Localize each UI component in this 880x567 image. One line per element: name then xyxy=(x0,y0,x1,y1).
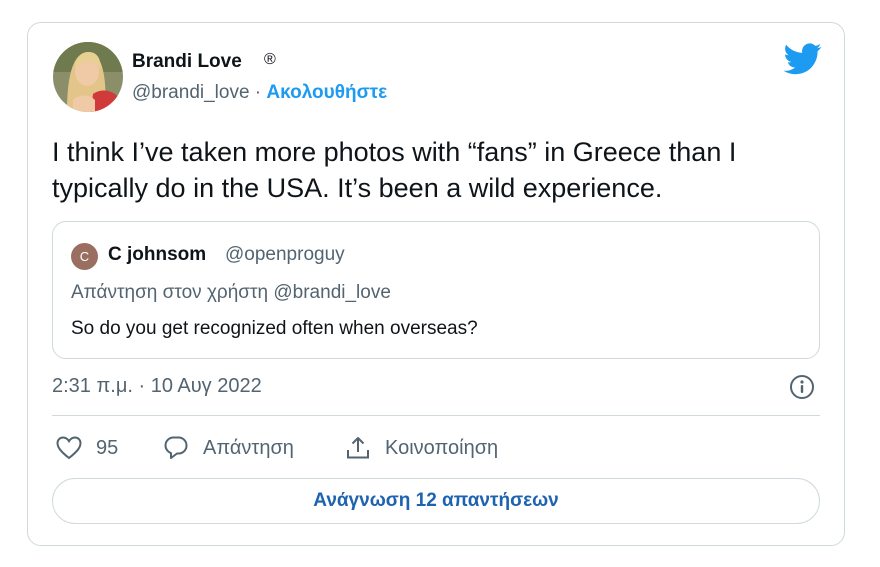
heart-icon xyxy=(56,436,82,460)
read-replies-button[interactable]: Ανάγνωση 12 απαντήσεων xyxy=(52,478,820,524)
reply-button[interactable]: Απάντηση xyxy=(163,434,294,462)
quoted-reply-context: Απάντηση στον χρήστη @brandi_love xyxy=(71,282,391,303)
twitter-bird-icon[interactable] xyxy=(784,43,822,75)
quoted-tweet[interactable]: C C johnsom @openproguy Απάντηση στον χρ… xyxy=(52,221,820,359)
quoted-author-handle[interactable]: @openproguy xyxy=(225,244,345,266)
author-name[interactable]: Brandi Love xyxy=(132,51,242,73)
handle-separator: · xyxy=(249,82,267,103)
reply-bubble-icon xyxy=(164,436,188,459)
share-button[interactable]: Κοινοποίηση xyxy=(345,434,498,462)
tweet-card: Brandi Love ® @brandi_love · Ακολουθήστε… xyxy=(27,22,845,546)
reply-label: Απάντηση xyxy=(203,436,294,459)
like-count: 95 xyxy=(96,436,119,459)
follow-button[interactable]: Ακολουθήστε xyxy=(266,82,387,103)
author-avatar[interactable] xyxy=(53,42,123,112)
quoted-text: So do you get recognized often when over… xyxy=(71,318,478,339)
author-handle-row: @brandi_love · Ακολουθήστε xyxy=(132,82,387,104)
divider xyxy=(52,415,820,416)
info-icon[interactable] xyxy=(789,374,815,400)
share-label: Κοινοποίηση xyxy=(385,436,499,459)
author-handle[interactable]: @brandi_love xyxy=(132,82,250,103)
quoted-author-name[interactable]: C johnsom xyxy=(108,244,206,266)
tweet-text: I think I’ve taken more photos with “fan… xyxy=(52,137,737,203)
quoted-avatar[interactable]: C xyxy=(71,243,98,270)
tweet-timestamp[interactable]: 2:31 π.μ. · 10 Αυγ 2022 xyxy=(52,375,262,398)
share-icon xyxy=(347,437,369,459)
like-button[interactable]: 95 xyxy=(56,434,118,462)
registered-badge: ® xyxy=(264,51,276,68)
